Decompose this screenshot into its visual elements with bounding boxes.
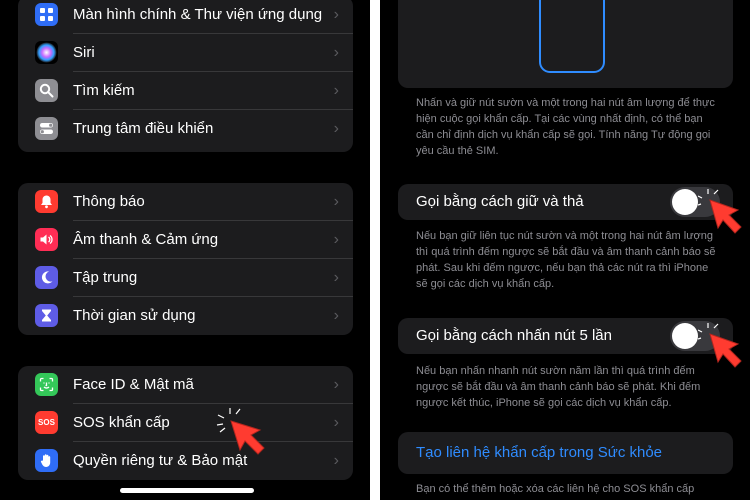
speaker-icon: [35, 228, 58, 251]
settings-row-label: SOS khẩn cấp: [73, 414, 170, 431]
five-presses-label: Gọi bằng cách nhấn nút 5 lần: [416, 327, 612, 344]
five-presses-description: Nếu bạn nhấn nhanh nút sườn năm lần thì …: [416, 365, 701, 409]
settings-row-search[interactable]: Tìm kiếm ›: [18, 72, 353, 110]
settings-row-sounds-haptics[interactable]: Âm thanh & Cảm ứng ›: [18, 221, 353, 259]
settings-row-control-center[interactable]: Trung tâm điều khiển ›: [18, 110, 353, 148]
health-contacts-row[interactable]: Tạo liên hệ khẩn cấp trong Sức khỏe: [398, 432, 733, 474]
hold-release-description: Nếu bạn giữ liên tục nút sườn và một tro…: [416, 230, 716, 290]
search-icon: [35, 79, 58, 102]
cursor-pointer-icon: [698, 323, 742, 368]
settings-row-privacy[interactable]: Quyền riêng tư & Bảo mật ›: [18, 442, 353, 480]
hand-icon: [35, 449, 58, 472]
settings-list-panel: Màn hình chính & Thư viện ứng dụng › Sir…: [0, 0, 370, 500]
cursor-pointer-icon: [698, 189, 742, 234]
emergency-sos-intro-text: Nhấn và giữ nút sườn và một trong hai nú…: [416, 97, 715, 157]
chevron-right-icon: ›: [333, 307, 339, 324]
settings-row-label: Âm thanh & Cảm ứng: [73, 231, 219, 248]
chevron-right-icon: ›: [333, 376, 339, 393]
toggle-knob: [672, 189, 698, 215]
settings-row-label: Màn hình chính & Thư viện ứng dụng: [73, 6, 323, 23]
control-center-icon: [35, 117, 58, 140]
settings-row-label: Tìm kiếm: [73, 82, 135, 99]
hourglass-icon: [35, 304, 58, 327]
chevron-right-icon: ›: [333, 414, 339, 431]
settings-group-2: Thông báo › Âm thanh & Cảm ứng › Tập tru…: [18, 183, 353, 335]
iphone-outline-icon: [539, 0, 605, 73]
settings-group-3: Face ID & Mật mã › SOS SOS khẩn cấp › Qu…: [18, 366, 353, 480]
hold-release-row: Gọi bằng cách giữ và thả: [398, 184, 733, 220]
settings-row-label: Trung tâm điều khiển: [73, 120, 214, 137]
settings-row-face-id[interactable]: Face ID & Mật mã ›: [18, 366, 353, 404]
settings-row-label: Face ID & Mật mã: [73, 376, 194, 393]
chevron-right-icon: ›: [333, 82, 339, 99]
settings-row-notifications[interactable]: Thông báo ›: [18, 183, 353, 221]
sos-icon: SOS: [35, 411, 58, 434]
chevron-right-icon: ›: [333, 452, 339, 469]
chevron-right-icon: ›: [333, 120, 339, 137]
settings-row-focus[interactable]: Tập trung ›: [18, 259, 353, 297]
settings-row-screen-time[interactable]: Thời gian sử dụng ›: [18, 297, 353, 335]
settings-row-siri[interactable]: Siri ›: [18, 34, 353, 72]
illustration-card: [398, 0, 733, 88]
chevron-right-icon: ›: [333, 231, 339, 248]
chevron-right-icon: ›: [333, 44, 339, 61]
settings-row-label: Tập trung: [73, 269, 138, 286]
settings-group-1: Màn hình chính & Thư viện ứng dụng › Sir…: [18, 0, 353, 152]
toggle-knob: [672, 323, 698, 349]
home-screen-icon: [35, 3, 58, 26]
settings-row-label: Thời gian sử dụng: [73, 307, 196, 324]
home-indicator: [120, 488, 254, 493]
siri-icon: [35, 41, 58, 64]
hold-release-label: Gọi bằng cách giữ và thả: [416, 193, 584, 210]
settings-row-home-screen[interactable]: Màn hình chính & Thư viện ứng dụng ›: [18, 0, 353, 34]
settings-row-label: Thông báo: [73, 193, 145, 210]
cursor-pointer-icon: [216, 408, 265, 455]
chevron-right-icon: ›: [333, 269, 339, 286]
moon-icon: [35, 266, 58, 289]
health-contacts-link[interactable]: Tạo liên hệ khẩn cấp trong Sức khỏe: [416, 432, 662, 474]
settings-row-emergency-sos[interactable]: SOS SOS khẩn cấp ›: [18, 404, 353, 442]
chevron-right-icon: ›: [333, 193, 339, 210]
emergency-contacts-footer-text: Bạn có thể thêm hoặc xóa các liên hệ cho…: [416, 483, 695, 495]
face-id-icon: [35, 373, 58, 396]
settings-row-label: Siri: [73, 44, 95, 61]
chevron-right-icon: ›: [333, 6, 339, 23]
five-presses-row: Gọi bằng cách nhấn nút 5 lần: [398, 318, 733, 354]
bell-icon: [35, 190, 58, 213]
